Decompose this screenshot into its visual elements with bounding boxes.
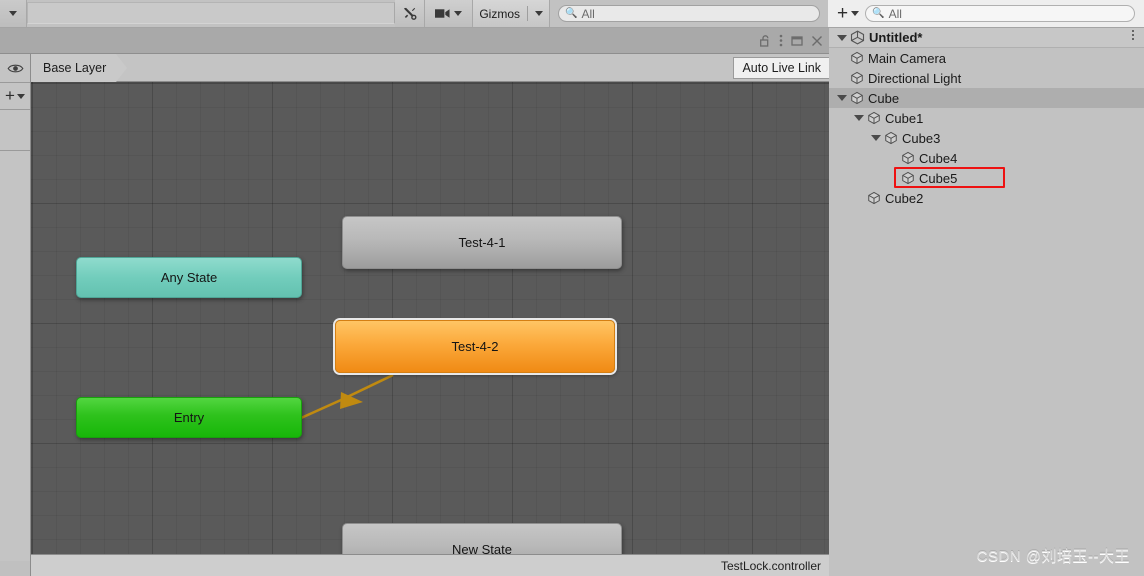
- auto-live-link-label: Auto Live Link: [742, 60, 821, 75]
- cube-icon: [850, 51, 864, 65]
- breadcrumb-separator-icon: [115, 53, 128, 82]
- tools-button[interactable]: [395, 0, 426, 27]
- hierarchy-item-label: Directional Light: [868, 70, 962, 86]
- animator-status-bar: TestLock.controller: [31, 554, 829, 576]
- toolbar-empty-area: [27, 2, 396, 24]
- hierarchy-item-label: Cube: [868, 90, 900, 106]
- breadcrumb-bar: Base Layer Auto Live Link: [31, 53, 829, 82]
- hierarchy-search-placeholder: All: [888, 6, 902, 21]
- unlocked-padlock-icon[interactable]: [760, 34, 771, 47]
- controller-filename: TestLock.controller: [720, 558, 821, 573]
- wrench-screwdriver-icon: [404, 7, 417, 20]
- eye-icon: [7, 64, 23, 72]
- layer-panel: +: [0, 54, 31, 576]
- scene-toolbar: Gizmos 🔍 All: [0, 0, 828, 27]
- camera-icon: [435, 9, 450, 18]
- layer-panel-filler: [0, 151, 30, 561]
- hierarchy-item-cube1[interactable]: Cube1: [829, 108, 1144, 128]
- canvas-top-shadow: [31, 82, 829, 84]
- add-layer-button[interactable]: +: [0, 83, 30, 110]
- chevron-down-icon: [16, 93, 25, 99]
- cube-icon: [867, 191, 881, 205]
- graph-node-label: Test-4-2: [451, 339, 499, 354]
- graph-node-entry[interactable]: Entry: [76, 397, 302, 438]
- plus-icon: +: [5, 86, 15, 105]
- chevron-down-icon[interactable]: [837, 34, 847, 41]
- scene-search-container: 🔍 All: [550, 0, 828, 27]
- layer-visibility-toggle[interactable]: [0, 54, 30, 83]
- transition-layer: [300, 373, 394, 420]
- chevron-down-icon: [454, 11, 463, 16]
- hierarchy-panel: Untitled* Main Camera Directional Light Cu…: [829, 28, 1144, 576]
- hierarchy-item-cube3[interactable]: Cube3: [829, 128, 1144, 148]
- hierarchy-item-label: Cube5: [919, 170, 958, 186]
- watermark: CSDN @刘培玉--大王: [976, 548, 1130, 565]
- layer-list-area: [0, 110, 30, 151]
- graph-node-label: Entry: [173, 410, 205, 425]
- canvas-left-shadow: [31, 82, 33, 554]
- cube-icon: [901, 151, 915, 165]
- cube-icon: [867, 111, 881, 125]
- chevron-down-icon[interactable]: [854, 115, 864, 121]
- cube-icon: [850, 91, 864, 105]
- graph-node-test-4-2[interactable]: Test-4-2: [335, 320, 615, 373]
- hierarchy-item-directional-light[interactable]: Directional Light: [829, 68, 1144, 88]
- cube-icon: [901, 171, 915, 185]
- chevron-down-icon[interactable]: [837, 95, 847, 101]
- hierarchy-item-label: Cube4: [919, 150, 958, 166]
- chevron-down-icon[interactable]: [851, 11, 860, 16]
- hierarchy-list: Main Camera Directional Light Cube Cube1 Cub…: [829, 48, 1144, 208]
- gizmo-camera-button[interactable]: [425, 0, 474, 27]
- cube-icon: [850, 71, 864, 85]
- graph-node-new-state[interactable]: New State: [342, 523, 622, 554]
- top-toolbar: Gizmos 🔍 All + 🔍 All: [0, 0, 1144, 28]
- add-gameobject-button[interactable]: +: [834, 2, 862, 24]
- hierarchy-item-cube2[interactable]: Cube2: [829, 188, 1144, 208]
- gizmos-label: Gizmos: [479, 6, 520, 21]
- hierarchy-item-cube[interactable]: Cube: [829, 88, 1144, 108]
- hierarchy-item-label: Cube2: [885, 190, 924, 206]
- graph-node-test-4-1[interactable]: Test-4-1: [342, 216, 622, 269]
- kebab-menu-icon[interactable]: [1132, 30, 1134, 40]
- gizmos-button[interactable]: Gizmos: [473, 0, 550, 27]
- breadcrumb-base-layer[interactable]: Base Layer: [31, 53, 117, 82]
- hierarchy-item-cube5[interactable]: Cube5: [829, 168, 1144, 188]
- hierarchy-item-main-camera[interactable]: Main Camera: [829, 48, 1144, 68]
- search-icon: 🔍: [565, 7, 578, 19]
- chevron-down-icon: [9, 11, 17, 16]
- auto-live-link-button[interactable]: Auto Live Link: [733, 56, 829, 79]
- divider: [527, 6, 528, 21]
- graph-node-label: New State: [452, 542, 512, 554]
- graph-node-label: Any State: [160, 270, 218, 285]
- animator-window: + Base Layer Auto Live Link Test-4-1 Any…: [0, 28, 829, 576]
- hierarchy-item-label: Main Camera: [868, 50, 947, 66]
- hierarchy-item-label: Cube3: [902, 130, 941, 146]
- chevron-down-icon[interactable]: [871, 135, 881, 141]
- hierarchy-search-input[interactable]: 🔍 All: [865, 5, 1135, 22]
- graph-node-any-state[interactable]: Any State: [76, 257, 302, 298]
- hierarchy-toolbar: + 🔍 All: [828, 0, 1144, 27]
- hierarchy-item-cube4[interactable]: Cube4: [829, 148, 1144, 168]
- plus-icon: +: [837, 2, 849, 24]
- layout-dropdown-button[interactable]: [0, 0, 27, 27]
- unity-scene-icon: [850, 30, 865, 45]
- scene-name: Untitled*: [869, 30, 923, 45]
- scene-root-row[interactable]: Untitled*: [829, 28, 1144, 48]
- animator-tab-strip: [0, 28, 829, 54]
- search-placeholder: All: [581, 6, 595, 21]
- hierarchy-item-label: Cube1: [885, 110, 924, 126]
- breadcrumb-label: Base Layer: [43, 60, 107, 75]
- kebab-menu-icon[interactable]: [779, 34, 783, 47]
- animator-body: + Base Layer Auto Live Link Test-4-1 Any…: [0, 53, 829, 576]
- search-input[interactable]: 🔍 All: [558, 5, 820, 22]
- search-icon: 🔍: [872, 7, 885, 19]
- chevron-down-icon[interactable]: [535, 11, 543, 16]
- cube-icon: [884, 131, 898, 145]
- graph-node-label: Test-4-1: [458, 235, 506, 250]
- maximize-icon[interactable]: [791, 35, 803, 47]
- close-icon[interactable]: [811, 35, 823, 47]
- animator-graph-canvas[interactable]: Test-4-1 Any State Test-4-2 Entry New State: [31, 82, 829, 554]
